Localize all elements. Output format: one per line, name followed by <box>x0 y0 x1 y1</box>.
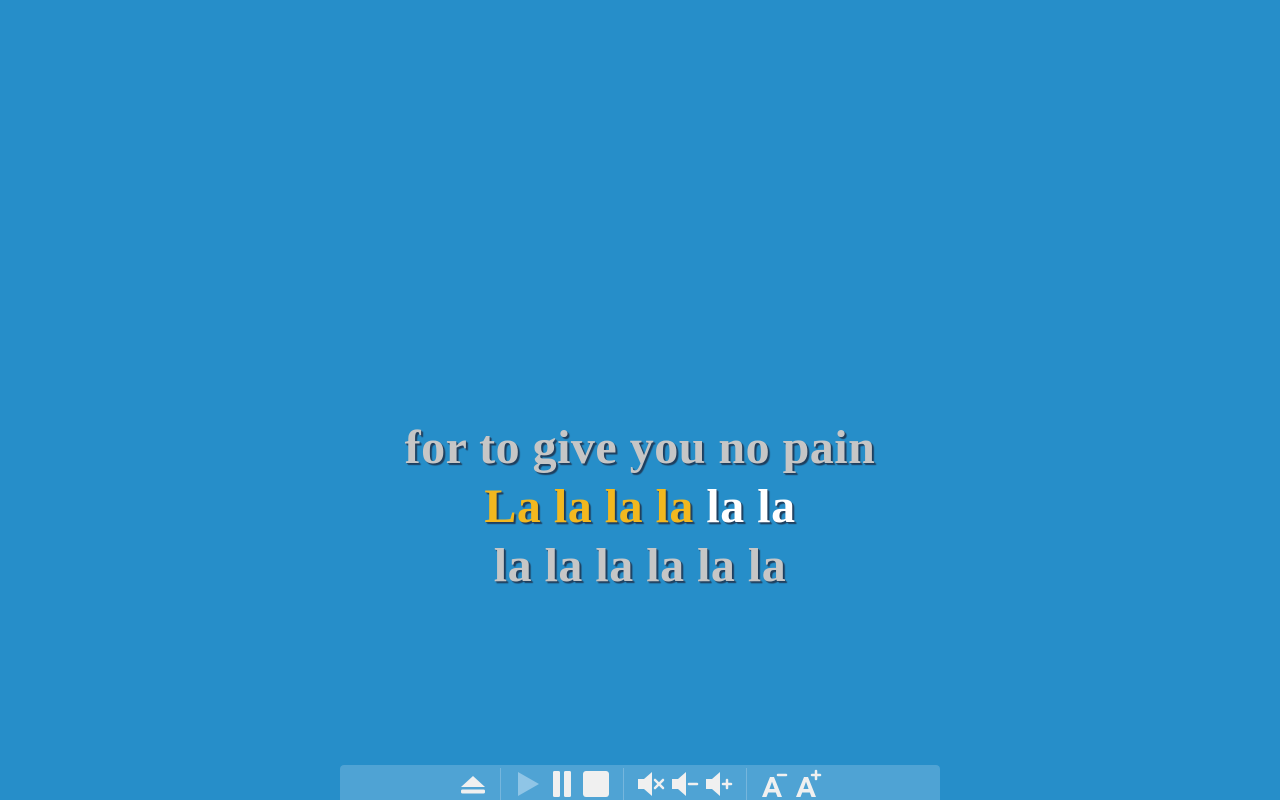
lyric-line-previous: for to give you no pain <box>404 421 876 474</box>
volume-up-icon <box>705 772 732 796</box>
font-controls <box>745 768 835 800</box>
playback-controls <box>499 768 623 800</box>
volume-down-button[interactable] <box>669 768 701 800</box>
volume-up-button[interactable] <box>703 768 735 800</box>
play-button[interactable] <box>512 768 544 800</box>
stop-button[interactable] <box>580 768 612 800</box>
lyrics-display: for to give you no pain La la la la la l… <box>0 418 1280 595</box>
font-smaller-icon <box>761 773 787 797</box>
stop-icon <box>582 771 609 797</box>
lyric-sung-text: La la la la <box>484 480 694 533</box>
font-smaller-button[interactable] <box>758 768 790 800</box>
lyric-unsung-text: la la <box>693 480 796 533</box>
volume-controls <box>622 768 746 800</box>
volume-down-icon <box>671 772 698 796</box>
player-toolbar <box>340 765 940 800</box>
play-icon <box>517 772 539 796</box>
font-larger-button[interactable] <box>792 768 824 800</box>
pause-button[interactable] <box>546 768 578 800</box>
mute-icon <box>637 772 664 796</box>
eject-button[interactable] <box>457 768 489 800</box>
mute-button[interactable] <box>635 768 667 800</box>
eject-icon <box>460 776 485 794</box>
font-larger-icon <box>795 769 821 797</box>
lyric-line-next: la la la la la la <box>493 539 787 592</box>
file-controls <box>446 768 500 800</box>
pause-icon <box>552 771 571 797</box>
lyric-line-current: La la la la la la <box>0 477 1280 536</box>
